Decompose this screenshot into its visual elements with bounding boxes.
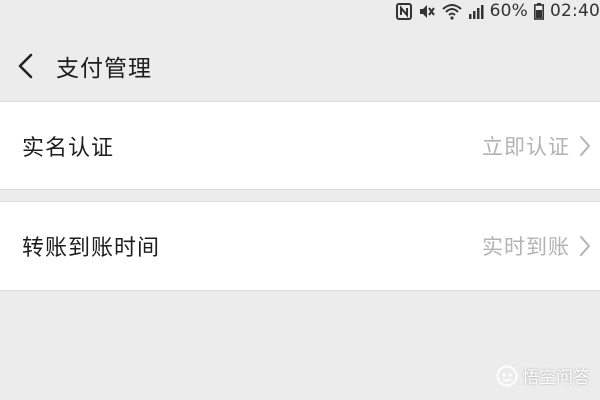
battery-percent: 60% bbox=[489, 1, 528, 21]
row-right: 立即认证 bbox=[482, 131, 592, 161]
settings-card-transfer: 转账到账时间 实时到账 bbox=[0, 201, 600, 291]
nfc-icon bbox=[395, 2, 412, 20]
page-title: 支付管理 bbox=[56, 56, 152, 82]
row-right: 实时到账 bbox=[482, 231, 592, 261]
battery-icon bbox=[534, 2, 544, 20]
row-label: 实名认证 bbox=[22, 135, 115, 161]
row-value: 实时到账 bbox=[482, 235, 570, 259]
wifi-icon bbox=[441, 3, 462, 20]
chevron-left-icon bbox=[18, 53, 33, 79]
watermark: 悟空问答 bbox=[496, 363, 590, 388]
chevron-right-icon bbox=[580, 236, 590, 256]
mute-icon bbox=[418, 3, 436, 20]
clock-time: 02:40 bbox=[550, 1, 600, 21]
watermark-text: 悟空问答 bbox=[522, 368, 590, 388]
row-label: 转账到账时间 bbox=[22, 236, 161, 261]
status-bar: 60% 02:40 bbox=[0, 0, 600, 22]
chevron-right-icon bbox=[580, 135, 590, 156]
back-button[interactable] bbox=[0, 40, 52, 92]
toutiao-logo-icon bbox=[496, 365, 518, 386]
settings-row-transfer-time[interactable]: 转账到账时间 实时到账 bbox=[0, 202, 600, 290]
row-value: 立即认证 bbox=[482, 134, 570, 159]
app-header: 支付管理 bbox=[0, 40, 600, 92]
signal-icon bbox=[468, 3, 484, 20]
settings-card-verification: 实名认证 立即认证 bbox=[0, 101, 600, 190]
settings-row-real-name[interactable]: 实名认证 立即认证 bbox=[0, 102, 600, 189]
